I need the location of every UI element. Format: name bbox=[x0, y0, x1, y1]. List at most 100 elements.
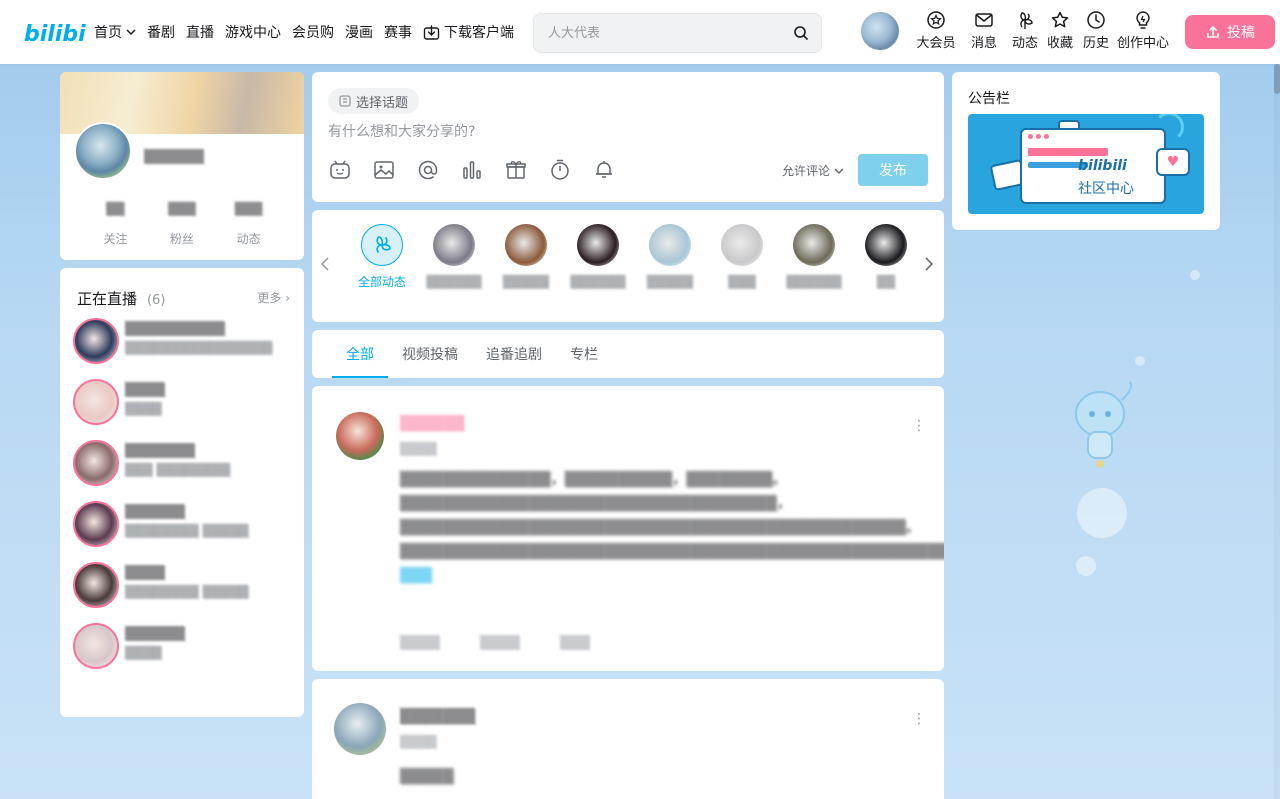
bilibili-logo[interactable]: bilibili bbox=[24, 16, 86, 48]
header-favorite-button[interactable]: 收藏 bbox=[1042, 10, 1078, 51]
topic-icon bbox=[339, 95, 351, 107]
up-item[interactable]: ▒▒▒ bbox=[706, 224, 778, 290]
live-item[interactable]: ▒▒▒▒ ▒▒▒▒▒▒▒▒ ▒▒▒▒▒ bbox=[73, 562, 293, 623]
header-vip-button[interactable]: 大会员 bbox=[912, 10, 960, 51]
share-button[interactable]: ▒▒▒▒ bbox=[400, 636, 440, 651]
like-button[interactable]: ▒▒▒ bbox=[560, 636, 590, 651]
live-item[interactable]: ▒▒▒▒▒▒ ▒▒▒▒▒▒▒▒ ▒▒▒▒▒ bbox=[73, 501, 293, 562]
nav-home[interactable]: 首页 bbox=[94, 22, 136, 42]
feed-tag-link[interactable]: ▒▒▒ bbox=[400, 568, 432, 584]
nav-manga[interactable]: 漫画 bbox=[345, 22, 373, 42]
up-avatar bbox=[433, 224, 475, 266]
mention-button[interactable] bbox=[416, 158, 460, 182]
profile-name[interactable]: ▒▒▒▒▒▒ bbox=[144, 150, 204, 165]
live-more-link[interactable]: 更多 › bbox=[257, 289, 290, 306]
scrollbar-thumb[interactable] bbox=[1274, 64, 1280, 94]
tab-label: 全部 bbox=[346, 347, 374, 363]
heart-icon: ♥ bbox=[1156, 148, 1190, 176]
live-item[interactable]: ▒▒▒▒▒▒ ▒▒▒▒ bbox=[73, 623, 293, 684]
tab-bangumi[interactable]: 追番追剧 bbox=[472, 330, 556, 378]
more-options-button[interactable]: ⋮ bbox=[912, 711, 926, 727]
search-icon[interactable] bbox=[793, 25, 809, 41]
up-avatar bbox=[793, 224, 835, 266]
compose-input[interactable] bbox=[328, 120, 928, 144]
timer-icon bbox=[551, 159, 569, 180]
feed-content: ▒▒▒▒▒ bbox=[400, 765, 926, 789]
profile-avatar[interactable] bbox=[74, 122, 132, 180]
mail-icon bbox=[974, 10, 994, 30]
user-avatar[interactable] bbox=[859, 10, 901, 52]
feed-author-avatar[interactable] bbox=[334, 703, 386, 755]
windmill-icon bbox=[1015, 10, 1035, 30]
up-item[interactable]: ▒▒ bbox=[850, 224, 922, 290]
scroll-left-button[interactable] bbox=[320, 256, 330, 276]
svg-text:bilibili: bilibili bbox=[24, 22, 86, 47]
nav-label: 赛事 bbox=[384, 25, 412, 41]
page-scrollbar[interactable] bbox=[1274, 64, 1280, 799]
up-item[interactable]: ▒▒▒▒▒▒ bbox=[418, 224, 490, 290]
profile-stat[interactable]: ▒▒ 关注 bbox=[85, 202, 145, 247]
profile-stat[interactable]: ▒▒▒ 粉丝 bbox=[152, 202, 212, 247]
live-item[interactable]: ▒▒▒▒▒▒▒▒▒▒ ▒▒▒▒▒▒▒▒▒▒▒▒▒▒▒▒ bbox=[73, 318, 293, 379]
up-name: ▒▒▒▒▒▒ bbox=[426, 275, 482, 289]
header-message-button[interactable]: 消息 bbox=[960, 10, 1008, 51]
feed-author-name[interactable]: ▒▒▒▒▒▒▒ bbox=[400, 709, 475, 725]
nav-esports[interactable]: 赛事 bbox=[384, 22, 412, 42]
mascot-decoration bbox=[1075, 381, 1132, 468]
live-card: 正在直播 (6) 更多 › ▒▒▒▒▒▒▒▒▒▒ ▒▒▒▒▒▒▒▒▒▒▒▒▒▒▒▒… bbox=[60, 268, 304, 717]
feed-item: ▒▒▒▒▒▒▒ ▒▒▒▒ ⋮ ▒▒▒▒▒ bbox=[312, 679, 944, 799]
live-avatar bbox=[73, 318, 119, 364]
up-name: ▒▒▒ bbox=[728, 275, 756, 289]
comment-button[interactable]: ▒▒▒▒ bbox=[480, 636, 520, 651]
feed-actions: ▒▒▒▒ ▒▒▒▒ ▒▒▒ bbox=[400, 636, 590, 651]
nav-mall[interactable]: 会员购 bbox=[292, 22, 334, 42]
tab-article[interactable]: 专栏 bbox=[556, 330, 612, 378]
live-avatar bbox=[73, 623, 119, 669]
profile-stat[interactable]: ▒▒▒ 动态 bbox=[219, 202, 279, 247]
live-streamer-name: ▒▒▒▒▒▒▒ bbox=[125, 444, 195, 459]
up-item[interactable]: ▒▒▒▒▒ bbox=[634, 224, 706, 290]
nav-game[interactable]: 游戏中心 bbox=[225, 22, 281, 42]
image-button[interactable] bbox=[372, 158, 416, 182]
emoji-button[interactable] bbox=[328, 158, 372, 182]
comment-permission-dropdown[interactable]: 允许评论 bbox=[782, 162, 844, 179]
feed-tabs: 全部 视频投稿 追番追剧 专栏 bbox=[332, 330, 612, 378]
header-dynamic-button[interactable]: 动态 bbox=[1008, 10, 1042, 51]
timer-button[interactable] bbox=[548, 158, 592, 182]
search-input[interactable] bbox=[548, 25, 793, 41]
nav-live[interactable]: 直播 bbox=[186, 22, 214, 42]
up-item[interactable]: ▒▒▒▒▒▒ bbox=[778, 224, 850, 290]
scroll-right-button[interactable] bbox=[924, 256, 934, 276]
up-item[interactable]: ▒▒▒▒▒ bbox=[490, 224, 562, 290]
nav-label: 番剧 bbox=[147, 25, 175, 41]
community-center-banner[interactable]: ♥ bilibili 社区中心 bbox=[968, 114, 1204, 214]
upload-button[interactable]: 投稿 bbox=[1185, 15, 1275, 49]
nav-download[interactable]: 下载客户端 bbox=[423, 22, 514, 42]
header-history-button[interactable]: 历史 bbox=[1078, 10, 1114, 51]
feed-text: ▒▒▒▒▒▒▒▒▒▒▒▒▒▒，▒▒▒▒▒▒▒▒▒▒，▒▒▒▒▒▒▒▒。▒▒▒▒▒… bbox=[400, 472, 944, 560]
up-all-dynamics[interactable]: 全部动态 bbox=[346, 224, 418, 290]
reserve-button[interactable] bbox=[592, 158, 636, 182]
gift-button[interactable] bbox=[504, 158, 548, 182]
live-room-title: ▒▒▒▒▒▒▒▒ ▒▒▒▒▒ bbox=[125, 524, 249, 538]
bulb-icon bbox=[1133, 10, 1153, 30]
header-tool-label: 收藏 bbox=[1046, 36, 1073, 51]
tab-video[interactable]: 视频投稿 bbox=[388, 330, 472, 378]
up-item[interactable]: ▒▒▒▒▒▒ bbox=[562, 224, 634, 290]
live-item[interactable]: ▒▒▒▒ ▒▒▒▒ bbox=[73, 379, 293, 440]
live-item[interactable]: ▒▒▒▒▒▒▒ ▒▒▒ ▒▒▒▒▒▒▒▒ bbox=[73, 440, 293, 501]
nav-anime[interactable]: 番剧 bbox=[147, 22, 175, 42]
chevron-down-icon bbox=[834, 168, 844, 174]
header-creator-button[interactable]: 创作中心 bbox=[1114, 10, 1172, 51]
live-count: (6) bbox=[147, 293, 166, 308]
chevron-right-icon bbox=[925, 257, 934, 271]
feed-author-name[interactable]: ▒▒▒▒▒▒ bbox=[400, 416, 465, 432]
tab-all[interactable]: 全部 bbox=[332, 330, 388, 378]
publish-button[interactable]: 发布 bbox=[858, 154, 928, 186]
select-topic-button[interactable]: 选择话题 bbox=[328, 88, 420, 114]
vote-button[interactable] bbox=[460, 158, 504, 182]
more-options-button[interactable]: ⋮ bbox=[912, 418, 926, 434]
search-box[interactable] bbox=[533, 13, 822, 53]
up-name: ▒▒▒▒▒▒ bbox=[786, 275, 842, 289]
feed-author-avatar[interactable] bbox=[336, 412, 384, 460]
